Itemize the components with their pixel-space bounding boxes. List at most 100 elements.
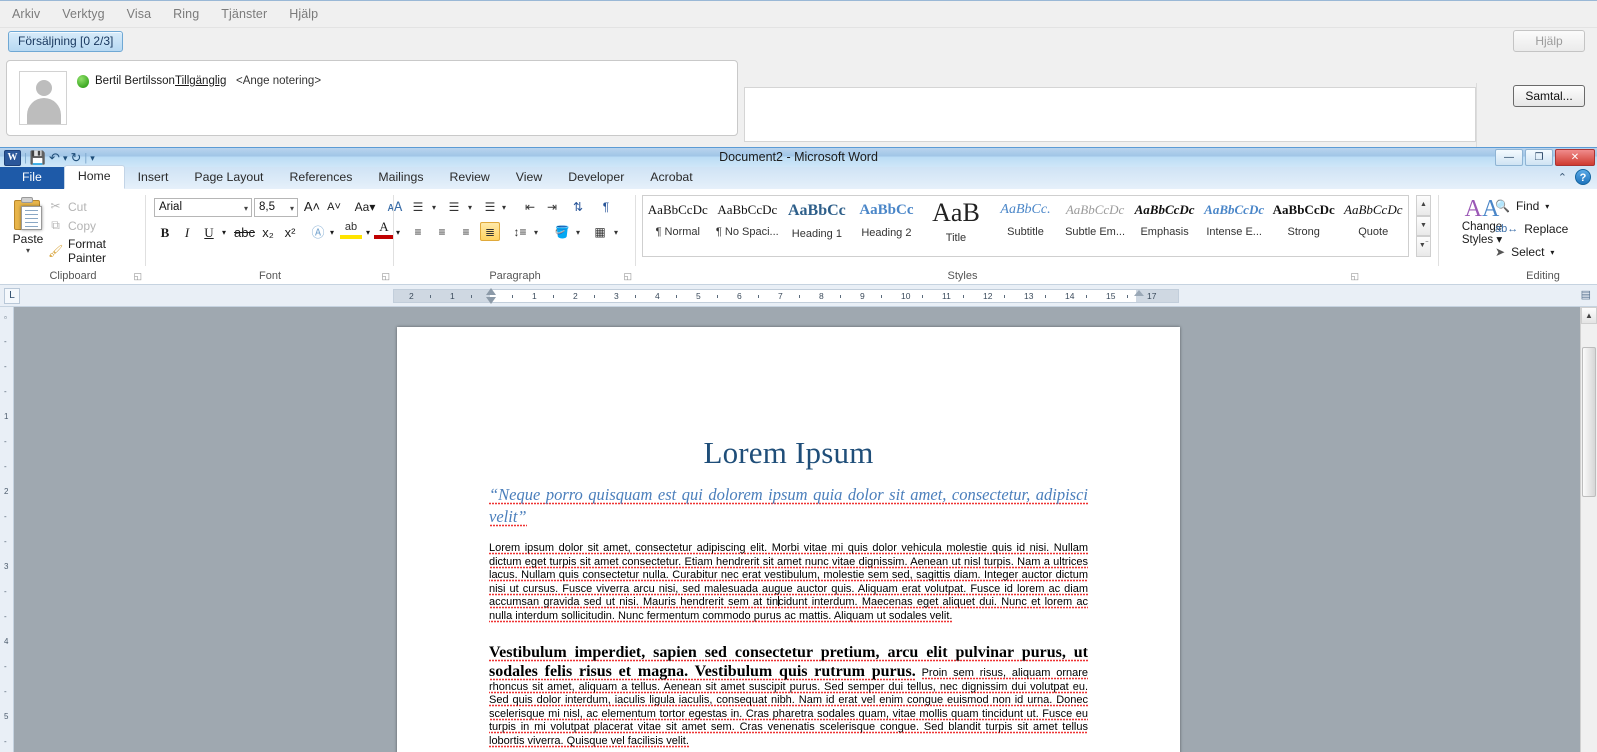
indent-markers[interactable] bbox=[486, 288, 497, 306]
help-icon[interactable]: ? bbox=[1575, 169, 1591, 185]
tab-home[interactable]: Home bbox=[63, 165, 125, 189]
contact-card[interactable]: Bertil Bertilsson Tillgänglig <Ange note… bbox=[6, 60, 738, 136]
select-dropdown-icon[interactable]: ▾ bbox=[1550, 248, 1554, 257]
menu-item-hjalp[interactable]: Hjälp bbox=[289, 7, 318, 21]
group-tab-forsaljning[interactable]: Försäljning [0 2/3] bbox=[8, 31, 124, 52]
vertical-scrollbar[interactable]: ◎ ▲ bbox=[1580, 307, 1597, 752]
bullets-button[interactable]: ☰ bbox=[408, 198, 428, 217]
cut-button[interactable]: ✂ Cut bbox=[48, 199, 86, 214]
tab-developer[interactable]: Developer bbox=[555, 167, 637, 189]
style-intense-emphasis[interactable]: AaBbCcDc Intense E... bbox=[1199, 196, 1269, 256]
font-color-icon[interactable]: A bbox=[374, 219, 394, 239]
numbering-button[interactable]: ☰ bbox=[444, 198, 464, 217]
strikethrough-button[interactable]: abc bbox=[234, 224, 255, 242]
style-heading-1[interactable]: AaBbCс Heading 1 bbox=[782, 196, 852, 256]
find-button[interactable]: 🔍 Find ▾ bbox=[1495, 199, 1549, 213]
styles-more-icon[interactable]: ▼‾ bbox=[1416, 236, 1431, 258]
line-spacing-dropdown-icon[interactable]: ▾ bbox=[530, 223, 542, 242]
bold-button[interactable]: B bbox=[156, 224, 174, 242]
view-ruler-icon[interactable]: ▤ bbox=[1581, 288, 1591, 301]
multilevel-dropdown-icon[interactable]: ▾ bbox=[498, 198, 510, 217]
align-right-button[interactable]: ≡ bbox=[456, 223, 476, 242]
paste-dropdown-icon[interactable]: ▾ bbox=[6, 246, 50, 255]
format-painter-button[interactable]: 🖌 Format Painter bbox=[48, 237, 146, 265]
font-name-dropdown-icon[interactable]: ▾ bbox=[244, 204, 248, 213]
samtal-button[interactable]: Samtal... bbox=[1513, 85, 1585, 107]
tab-file[interactable]: File bbox=[0, 167, 64, 189]
highlight-dropdown-icon[interactable]: ▾ bbox=[362, 224, 374, 242]
font-size-combo[interactable]: 8,5 ▾ bbox=[254, 198, 298, 217]
find-dropdown-icon[interactable]: ▾ bbox=[1545, 202, 1549, 211]
menu-item-tjanster[interactable]: Tjänster bbox=[221, 7, 267, 21]
style-heading-2[interactable]: AaBbCc Heading 2 bbox=[852, 196, 922, 256]
shading-dropdown-icon[interactable]: ▾ bbox=[572, 223, 584, 242]
paste-button[interactable]: Paste ▾ bbox=[6, 197, 50, 255]
paragraph-dialog-launcher[interactable]: ◱ bbox=[623, 271, 632, 282]
copy-button[interactable]: ⧉ Copy bbox=[48, 218, 96, 233]
multilevel-list-button[interactable]: ☰ bbox=[480, 198, 500, 217]
tab-mailings[interactable]: Mailings bbox=[365, 167, 436, 189]
clipboard-dialog-launcher[interactable]: ◱ bbox=[133, 271, 142, 282]
borders-button[interactable]: ▦ bbox=[590, 223, 610, 242]
menu-item-verktyg[interactable]: Verktyg bbox=[62, 7, 104, 21]
text-effects-icon[interactable]: Ⓐ bbox=[308, 224, 328, 242]
bullets-dropdown-icon[interactable]: ▾ bbox=[428, 198, 440, 217]
styles-scroll-down-icon[interactable]: ▼ bbox=[1416, 215, 1431, 237]
style-no-spacing[interactable]: AaBbCcDc ¶ No Spaci... bbox=[713, 196, 783, 256]
shading-button[interactable]: 🪣 bbox=[552, 223, 572, 242]
close-button[interactable]: ✕ bbox=[1555, 149, 1595, 166]
menu-item-arkiv[interactable]: Arkiv bbox=[12, 7, 40, 21]
font-dialog-launcher[interactable]: ◱ bbox=[381, 271, 390, 282]
font-size-dropdown-icon[interactable]: ▾ bbox=[290, 204, 294, 213]
style-subtitle[interactable]: AaBbCc. Subtitle bbox=[991, 196, 1061, 256]
sort-button[interactable]: ⇅ bbox=[568, 198, 588, 217]
numbering-dropdown-icon[interactable]: ▾ bbox=[464, 198, 476, 217]
increase-indent-button[interactable]: ⇥ bbox=[542, 198, 562, 217]
tab-acrobat[interactable]: Acrobat bbox=[637, 167, 705, 189]
horizontal-ruler[interactable]: 2 1 1 2 3 4 5 6 7 8 9 10 11 12 13 14 15 17 bbox=[393, 288, 1179, 306]
contact-status[interactable]: Tillgänglig bbox=[175, 75, 226, 87]
shrink-font-icon[interactable]: A˅ bbox=[324, 198, 344, 216]
line-spacing-button[interactable]: ↕≡ bbox=[510, 223, 530, 242]
style-title[interactable]: AaB Title bbox=[921, 196, 991, 256]
show-formatting-marks-button[interactable]: ¶ bbox=[596, 198, 616, 217]
change-case-icon[interactable]: Aa▾ bbox=[352, 198, 378, 216]
decrease-indent-button[interactable]: ⇤ bbox=[520, 198, 540, 217]
align-left-button[interactable]: ≡ bbox=[408, 223, 428, 242]
superscript-button[interactable]: x² bbox=[280, 224, 300, 242]
scroll-up-arrow[interactable]: ▲ bbox=[1581, 307, 1597, 324]
tab-page-layout[interactable]: Page Layout bbox=[181, 167, 276, 189]
right-indent-marker[interactable] bbox=[1134, 290, 1144, 296]
borders-dropdown-icon[interactable]: ▾ bbox=[610, 223, 622, 242]
tab-review[interactable]: Review bbox=[436, 167, 502, 189]
text-effects-dropdown-icon[interactable]: ▾ bbox=[326, 224, 338, 242]
select-button[interactable]: ➤ Select ▾ bbox=[1495, 245, 1554, 259]
style-strong[interactable]: AaBbCcDc Strong bbox=[1269, 196, 1339, 256]
font-name-combo[interactable]: Arial ▾ bbox=[154, 198, 252, 217]
replace-button[interactable]: ab↔ Replace bbox=[1495, 222, 1568, 236]
scrollbar-thumb[interactable] bbox=[1582, 347, 1596, 497]
document-page[interactable]: Lorem Ipsum “Neque porro quisquam est qu… bbox=[397, 327, 1180, 752]
justify-button[interactable]: ≣ bbox=[480, 222, 500, 241]
underline-button[interactable]: U bbox=[200, 224, 218, 242]
style-emphasis[interactable]: AaBbCcDc Emphasis bbox=[1130, 196, 1200, 256]
style-quote[interactable]: AaBbCcDc Quote bbox=[1338, 196, 1408, 256]
tab-stop-selector[interactable]: L bbox=[4, 288, 20, 304]
restore-button[interactable]: ❐ bbox=[1525, 149, 1553, 166]
grow-font-icon[interactable]: A˄ bbox=[302, 198, 322, 216]
tab-view[interactable]: View bbox=[503, 167, 555, 189]
contact-note[interactable]: <Ange notering> bbox=[236, 75, 321, 87]
styles-scroll-up-icon[interactable]: ▲ bbox=[1416, 195, 1431, 216]
styles-dialog-launcher[interactable]: ◱ bbox=[1350, 271, 1359, 282]
subscript-button[interactable]: x₂ bbox=[258, 224, 278, 242]
menu-item-ring[interactable]: Ring bbox=[173, 7, 199, 21]
menu-item-visa[interactable]: Visa bbox=[127, 7, 152, 21]
italic-button[interactable]: I bbox=[178, 224, 196, 242]
align-center-button[interactable]: ≡ bbox=[432, 223, 452, 242]
style-subtle-emphasis[interactable]: AaBbCcDc Subtle Em... bbox=[1060, 196, 1130, 256]
minimize-button[interactable]: — bbox=[1495, 149, 1523, 166]
tab-references[interactable]: References bbox=[276, 167, 365, 189]
highlight-color-icon[interactable]: ab bbox=[340, 219, 362, 239]
lync-help-button[interactable]: Hjälp bbox=[1513, 30, 1585, 52]
collapse-ribbon-icon[interactable]: ⌃ bbox=[1558, 171, 1567, 184]
